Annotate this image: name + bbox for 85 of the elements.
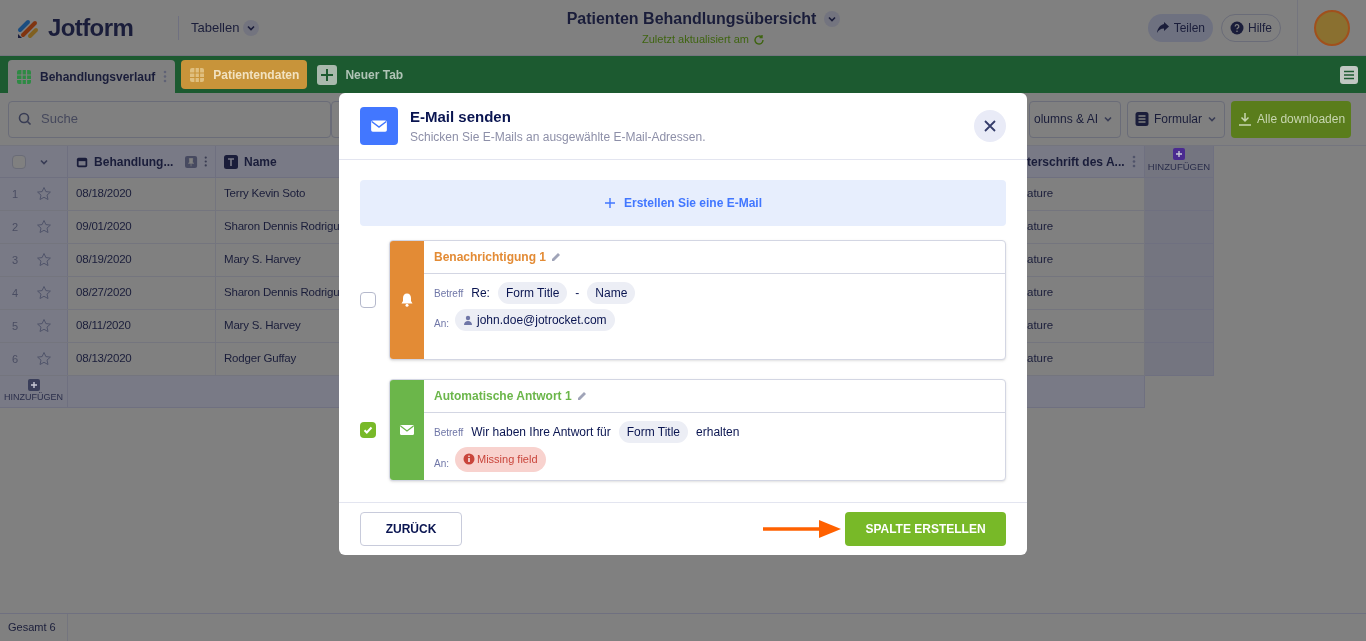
form-icon [1134, 111, 1151, 127]
arrow-icon [763, 518, 841, 539]
grid-icon [189, 66, 206, 83]
dialog-subtitle: Schicken Sie E-Mails an ausgewählte E-Mail-Adressen. [410, 129, 707, 147]
table-cell: 08/13/2020 [68, 343, 216, 375]
table-cell: 08/27/2020 [68, 277, 216, 309]
star-icon[interactable] [36, 219, 52, 235]
email-title: Automatische Antwort 1 [434, 388, 572, 405]
star-icon[interactable] [36, 186, 52, 202]
dropdown-button[interactable]: olumns & AI [1029, 100, 1122, 138]
plus-icon [317, 64, 338, 85]
column-title: Behandlung... [94, 153, 174, 171]
pencil-icon[interactable] [575, 390, 588, 402]
info-icon [463, 453, 475, 466]
subject-text: Wir haben Ihre Antwort für [471, 424, 611, 441]
table-cell: 09/01/2020 [68, 211, 216, 243]
search-field[interactable]: Suche [8, 100, 331, 138]
close-button[interactable] [974, 110, 1006, 142]
search-input[interactable]: Suche [41, 109, 322, 129]
last-updated-text: Zuletzt aktualisiert am [642, 32, 749, 48]
missing-field-tag: Missing field [455, 447, 546, 472]
search-icon [17, 111, 33, 127]
bell-icon [399, 292, 415, 308]
more-icon[interactable] [163, 70, 168, 83]
create-email-button[interactable]: Erstellen Sie eine E-Mail [360, 180, 1006, 226]
star-icon[interactable] [36, 318, 52, 334]
text-type-icon [224, 154, 238, 169]
sheet-tab[interactable]: Behandlungsverlauf [8, 60, 176, 93]
subject-text: Re: [471, 285, 490, 302]
more-icon[interactable] [1132, 155, 1136, 168]
back-button[interactable]: ZURÜCK [360, 511, 462, 546]
download-icon [1237, 111, 1254, 127]
total-count: Gesamt 6 [0, 614, 68, 641]
avatar[interactable] [1314, 9, 1350, 46]
add-row-button[interactable]: HINZUFÜGEN [0, 376, 68, 407]
form-button[interactable]: Formular [1127, 100, 1226, 138]
grid-icon [16, 68, 32, 85]
help-button[interactable]: Hilfe [1221, 13, 1281, 42]
subject-text: - [575, 285, 580, 302]
new-tab-button[interactable]: Neuer Tab [313, 60, 408, 89]
close-icon [983, 119, 997, 133]
recipient-tag: john.doe@jotrocket.com [455, 308, 615, 331]
star-icon[interactable] [36, 252, 52, 268]
star-icon[interactable] [36, 351, 52, 367]
table-cell: 08/18/2020 [68, 178, 216, 210]
logo-text: Jotform [48, 12, 134, 43]
checkbox[interactable] [360, 421, 376, 438]
table-cell: 08/19/2020 [68, 244, 216, 276]
email-title: Benachrichtigung 1 [434, 249, 546, 266]
person-icon [463, 314, 473, 325]
column-title: terschrift des A... [1027, 153, 1125, 171]
field-tag: Name [587, 282, 636, 304]
to-label: An: [434, 456, 449, 471]
share-button[interactable]: Teilen [1147, 13, 1213, 42]
email-card[interactable]: Automatische Antwort 1 Betreff Wir haben Ihre Antwort für Form Title erhalten An: Missing field [389, 379, 1006, 481]
create-column-button[interactable]: SPALTE ERSTELLEN [845, 511, 1006, 546]
subject-text: erhalten [696, 424, 740, 441]
to-label: An: [434, 317, 449, 331]
plus-icon [603, 197, 616, 209]
table-cell: 08/11/2020 [68, 310, 216, 342]
column-title: Name [244, 153, 277, 171]
envelope-icon [370, 117, 388, 135]
sheet-tab[interactable]: Patientendaten [181, 60, 308, 89]
field-tag: Form Title [618, 421, 689, 443]
plus-icon [27, 378, 40, 391]
more-icon[interactable] [203, 155, 207, 168]
column-header[interactable]: Behandlung... [68, 146, 216, 177]
add-column-button[interactable]: HINZUFÜGEN [1145, 146, 1214, 177]
refresh-icon [753, 33, 765, 46]
star-icon[interactable] [36, 285, 52, 301]
pencil-icon[interactable] [550, 251, 562, 263]
page-title: Patienten Behandlungsübersicht [566, 9, 817, 30]
tables-menu[interactable]: Tabellen [191, 17, 260, 38]
menu-icon[interactable] [1340, 66, 1358, 84]
email-card[interactable]: Benachrichtigung 1 Betreff Re: Form Title - Name An: john.doe@jotrocket.com [389, 240, 1006, 360]
pin-icon[interactable] [185, 154, 198, 169]
field-tag: Form Title [497, 282, 568, 304]
plus-icon [1173, 148, 1185, 161]
subject-label: Betreff [434, 286, 464, 301]
dialog-title: E-Mail senden [410, 106, 512, 127]
share-icon [1155, 20, 1170, 35]
help-icon [1230, 20, 1244, 35]
download-button[interactable]: Alle downloaden [1231, 100, 1352, 138]
subject-label: Betreff [434, 425, 464, 440]
checkbox[interactable] [360, 292, 376, 308]
